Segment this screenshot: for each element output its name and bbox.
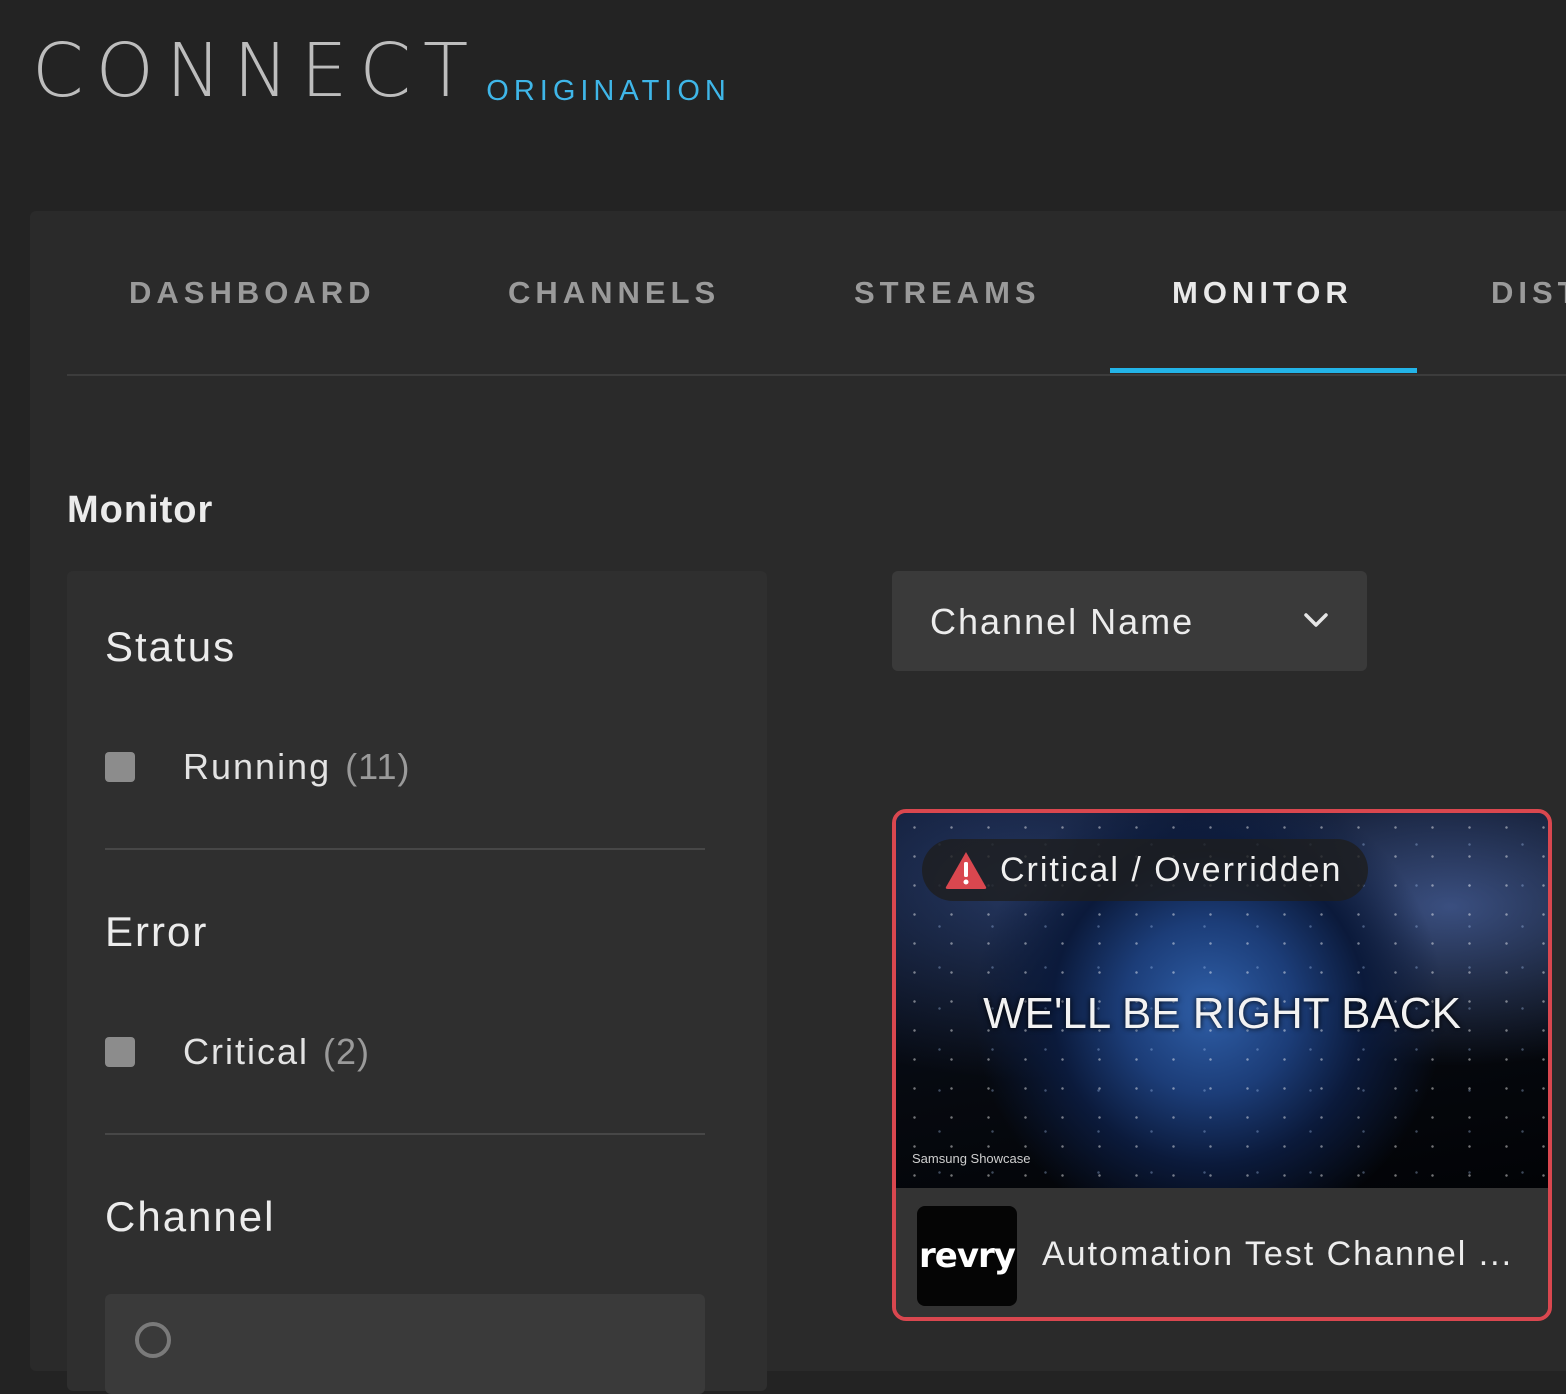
running-checkbox[interactable] — [105, 752, 135, 782]
critical-label: Critical — [183, 1031, 310, 1072]
brand-product: ORIGINATION — [486, 75, 731, 107]
preview-watermark: Samsung Showcase — [912, 1151, 1031, 1166]
tab-distribution[interactable]: DIST — [1491, 275, 1566, 311]
channel-card-footer: revry Automation Test Channel ... — [896, 1188, 1548, 1317]
channel-logo: revry — [917, 1206, 1017, 1306]
warning-icon — [945, 852, 987, 889]
tab-dashboard[interactable]: DASHBOARD — [129, 275, 376, 311]
channel-search-input[interactable] — [105, 1294, 705, 1394]
critical-count: (2) — [323, 1031, 371, 1072]
nav-tabs: DASHBOARD CHANNELS STREAMS MONITOR DIST — [67, 211, 1566, 376]
running-count: (11) — [345, 746, 411, 787]
active-tab-indicator — [1110, 368, 1417, 373]
status-filter-heading: Status — [105, 623, 237, 670]
tab-streams[interactable]: STREAMS — [854, 275, 1041, 311]
search-icon — [135, 1322, 171, 1358]
status-badge: Critical / Overridden — [922, 839, 1369, 901]
error-filter-heading: Error — [105, 908, 209, 955]
error-critical-filter[interactable]: Critical (2) — [105, 1031, 370, 1073]
tab-channels[interactable]: CHANNELS — [508, 275, 720, 311]
channel-card[interactable]: WE'LL BE RIGHT BACK Samsung Showcase Cri… — [892, 809, 1552, 1321]
main-panel: DASHBOARD CHANNELS STREAMS MONITOR DIST … — [30, 211, 1566, 1394]
channel-preview[interactable]: WE'LL BE RIGHT BACK Samsung Showcase Cri… — [896, 813, 1548, 1188]
sort-dropdown[interactable]: Channel Name — [892, 571, 1367, 671]
tab-monitor[interactable]: MONITOR — [1172, 275, 1353, 311]
chevron-down-icon — [1304, 613, 1328, 627]
critical-checkbox[interactable] — [105, 1037, 135, 1067]
slate-text: WE'LL BE RIGHT BACK — [983, 989, 1461, 1038]
running-label: Running — [183, 746, 332, 787]
sort-selected-value: Channel Name — [930, 601, 1195, 642]
divider — [105, 848, 705, 850]
channel-logo-text: revry — [919, 1236, 1016, 1276]
channel-filter-heading: Channel — [105, 1193, 276, 1240]
divider — [105, 1133, 705, 1135]
brand-name: CONNECT — [32, 28, 481, 114]
filter-panel: Status Running (11) Error Critical (2) C… — [67, 571, 767, 1394]
app-logo: CONNECT ORIGINATION — [32, 34, 731, 108]
page-title: Monitor — [67, 489, 214, 531]
channel-name[interactable]: Automation Test Channel ... — [1042, 1235, 1532, 1274]
status-running-filter[interactable]: Running (11) — [105, 746, 410, 788]
status-label: Critical / Overridden — [1000, 850, 1343, 889]
